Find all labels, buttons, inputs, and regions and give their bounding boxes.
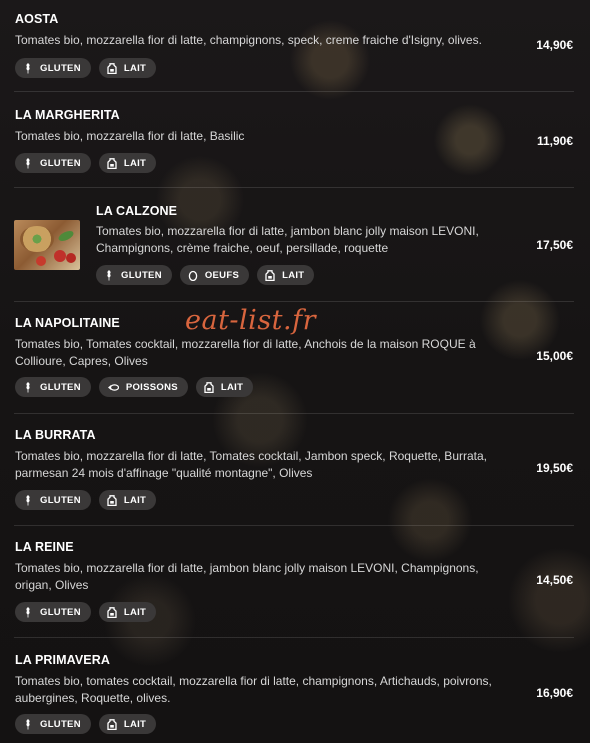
allergen-badge-gluten: GLUTEN — [96, 265, 172, 285]
allergen-badge-lait: LAIT — [257, 265, 315, 285]
allergen-badges: GLUTEN LAIT — [15, 714, 157, 734]
milk-carton-icon — [107, 718, 117, 730]
wheat-icon — [26, 718, 30, 729]
allergen-badge-lait: LAIT — [98, 58, 157, 78]
item-description: Tomates bio, mozzarella fior di latte, j… — [96, 224, 479, 255]
allergen-badge-lait: LAIT — [98, 490, 157, 510]
pizza-thumbnail-image — [14, 220, 80, 270]
item-price: 14,90€ — [536, 38, 573, 52]
item-description: Tomates bio, Tomates cocktail, mozzarell… — [15, 337, 476, 368]
item-description: Tomates bio, tomates cocktail, mozzarell… — [15, 674, 492, 705]
egg-icon — [188, 270, 198, 281]
item-name: LA BURRATA — [15, 428, 96, 442]
allergen-badge-gluten: GLUTEN — [15, 714, 91, 734]
item-price: 11,90€ — [536, 134, 573, 148]
item-name: LA MARGHERITA — [15, 108, 120, 122]
allergen-badges: GLUTEN LAIT — [15, 602, 157, 622]
item-name: AOSTA — [15, 12, 59, 26]
menu-item[interactable]: LA CALZONE Tomates bio, mozzarella fior … — [14, 188, 574, 302]
milk-carton-icon — [204, 381, 214, 393]
item-price: 14,50€ — [536, 573, 573, 587]
menu-item[interactable]: LA BURRATA Tomates bio, mozzarella fior … — [14, 414, 574, 526]
badge-label: LAIT — [123, 157, 147, 169]
badge-label: GLUTEN — [121, 269, 162, 281]
milk-carton-icon — [265, 269, 275, 281]
wheat-icon — [26, 381, 30, 392]
menu-list: AOSTA Tomates bio, mozzarella fior di la… — [0, 0, 590, 743]
item-description: Tomates bio, mozzarella fior di latte, j… — [15, 561, 479, 592]
allergen-badge-lait: LAIT — [98, 714, 157, 734]
wheat-icon — [26, 157, 30, 168]
allergen-badge-poissons: POISSONS — [98, 377, 188, 397]
allergen-badges: GLUTEN OEUFS LAIT — [96, 265, 315, 285]
wheat-icon — [26, 606, 30, 617]
wheat-icon — [107, 269, 111, 280]
allergen-badge-lait: LAIT — [98, 153, 157, 173]
badge-label: POISSONS — [125, 381, 178, 393]
item-price: 17,50€ — [536, 238, 573, 252]
item-description: Tomates bio, mozzarella fior di latte, B… — [15, 129, 245, 143]
milk-carton-icon — [107, 157, 117, 169]
badge-label: LAIT — [123, 494, 147, 506]
badge-label: GLUTEN — [40, 157, 81, 169]
wheat-icon — [26, 62, 30, 73]
allergen-badge-gluten: GLUTEN — [15, 490, 91, 510]
badge-label: GLUTEN — [40, 494, 81, 506]
item-description: Tomates bio, mozzarella fior di latte, T… — [15, 449, 487, 480]
allergen-badge-lait: LAIT — [195, 377, 254, 397]
menu-item[interactable]: LA MARGHERITA Tomates bio, mozzarella fi… — [14, 92, 574, 188]
item-price: 19,50€ — [536, 461, 573, 475]
allergen-badge-lait: LAIT — [98, 602, 157, 622]
menu-item[interactable]: AOSTA Tomates bio, mozzarella fior di la… — [14, 0, 574, 92]
item-name: LA CALZONE — [96, 204, 178, 218]
wheat-icon — [26, 494, 30, 505]
badge-label: LAIT — [282, 269, 305, 281]
allergen-badge-gluten: GLUTEN — [15, 602, 91, 622]
allergen-badge-gluten: GLUTEN — [15, 58, 91, 78]
allergen-badge-gluten: GLUTEN — [15, 153, 91, 173]
item-name: LA PRIMAVERA — [15, 653, 110, 667]
menu-item[interactable]: LA REINE Tomates bio, mozzarella fior di… — [14, 526, 574, 638]
milk-carton-icon — [107, 606, 117, 618]
badge-label: GLUTEN — [40, 606, 81, 618]
menu-item[interactable]: LA PRIMAVERA Tomates bio, tomates cockta… — [14, 638, 574, 743]
item-name: LA REINE — [15, 540, 74, 554]
item-price: 16,90€ — [536, 686, 573, 700]
allergen-badge-gluten: GLUTEN — [15, 377, 91, 397]
allergen-badge-oeufs: OEUFS — [179, 265, 250, 285]
badge-label: GLUTEN — [40, 62, 81, 74]
fish-icon — [107, 383, 119, 391]
item-price: 15,00€ — [536, 349, 573, 363]
milk-carton-icon — [107, 494, 117, 506]
badge-label: GLUTEN — [40, 718, 81, 730]
item-description: Tomates bio, mozzarella fior di latte, c… — [15, 33, 482, 47]
milk-carton-icon — [107, 62, 117, 74]
watermark-text: eat-list.fr — [185, 305, 317, 336]
allergen-badges: GLUTEN LAIT — [15, 153, 157, 173]
allergen-badges: GLUTEN LAIT — [15, 490, 157, 510]
allergen-badges: GLUTEN LAIT — [15, 58, 157, 78]
badge-label: LAIT — [123, 718, 147, 730]
badge-label: GLUTEN — [40, 381, 81, 393]
badge-label: LAIT — [123, 62, 147, 74]
badge-label: LAIT — [220, 381, 244, 393]
badge-label: LAIT — [123, 606, 147, 618]
allergen-badges: GLUTEN POISSONS LAIT — [15, 377, 254, 397]
item-name: LA NAPOLITAINE — [15, 316, 120, 330]
badge-label: OEUFS — [204, 269, 240, 281]
